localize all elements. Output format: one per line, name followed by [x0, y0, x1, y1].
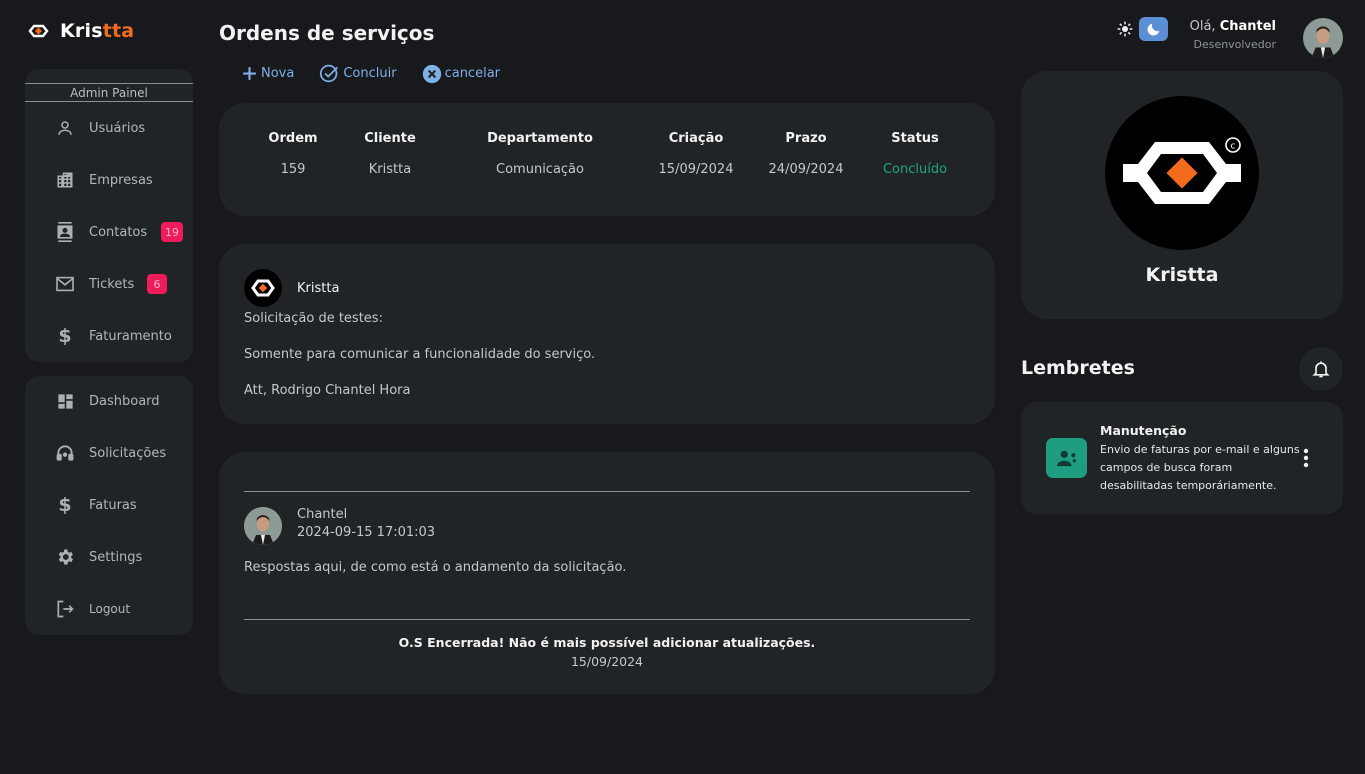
order-client: Kristta	[368, 162, 412, 177]
contacts-icon	[54, 221, 76, 243]
mail-icon	[54, 273, 76, 295]
moon-icon	[1147, 23, 1159, 36]
sidebar-item-label: Usuários	[89, 120, 146, 136]
dashboard-icon	[54, 390, 76, 412]
sidebar-item-solicitacoes[interactable]: Solicitações	[25, 438, 193, 468]
user-avatar[interactable]	[1303, 18, 1343, 58]
sidebar-item-label: Logout	[89, 602, 131, 616]
order-closed-date: 15/09/2024	[570, 654, 644, 669]
sun-icon	[1117, 21, 1132, 37]
message-line: Somente para comunicar a funcionalidade …	[244, 347, 596, 362]
check-circle-icon	[320, 64, 339, 83]
user-greeting: Olá, Chantel	[1189, 19, 1276, 34]
sidebar-item-label: Faturas	[89, 497, 137, 513]
order-number[interactable]: 159	[253, 162, 333, 177]
sidebar-item-dashboard[interactable]: Dashboard	[25, 386, 193, 416]
sidebar-item-faturas[interactable]: $ Faturas	[25, 490, 193, 520]
contacts-count-badge: 19	[161, 222, 183, 242]
sidebar-item-faturamento[interactable]: $ Faturamento	[25, 321, 193, 351]
logout-icon	[54, 598, 76, 620]
sidebar-item-logout[interactable]: Logout	[25, 594, 193, 624]
plus-icon	[243, 67, 256, 80]
gear-icon	[54, 546, 76, 568]
person-icon	[54, 117, 76, 139]
headset-icon	[54, 442, 76, 464]
company-logo: c	[1105, 96, 1259, 250]
order-deadline: 24/09/2024	[768, 162, 844, 177]
status-badge: Concluído	[882, 162, 948, 177]
client-avatar	[244, 269, 282, 307]
reply-author-name: Chantel	[297, 507, 348, 522]
sidebar-item-contatos[interactable]: Contatos 19	[25, 217, 193, 247]
order-actions-toolbar: Nova Concluir cancelar	[241, 63, 525, 84]
reply-author-avatar	[244, 507, 282, 545]
reminders-title: Lembretes	[1021, 357, 1135, 379]
brand-logo[interactable]: Kristta	[26, 20, 134, 42]
order-reply-card: Chantel 2024-09-15 17:01:03 Respostas aq…	[219, 452, 995, 694]
sidebar-item-label: Tickets	[89, 276, 135, 292]
sidebar-item-usuarios[interactable]: Usuários	[25, 113, 193, 143]
tickets-count-badge: 6	[147, 274, 167, 294]
sidebar-item-label: Empresas	[89, 172, 153, 188]
sidebar-item-label: Faturamento	[89, 328, 172, 344]
column-header: Prazo	[785, 131, 827, 146]
maintenance-icon	[1046, 438, 1087, 478]
building-icon	[54, 169, 76, 191]
new-order-button[interactable]: Nova	[241, 63, 294, 84]
order-closed-message: O.S Encerrada! Não é mais possível adici…	[398, 635, 816, 650]
reply-text: Respostas aqui, de como está o andamento…	[244, 560, 627, 575]
sidebar-item-tickets[interactable]: Tickets 6	[25, 269, 193, 299]
company-name: Kristta	[1145, 264, 1219, 286]
svg-text:c: c	[1231, 142, 1236, 152]
message-line: Solicitação de testes:	[244, 311, 383, 326]
message-author: Kristta	[297, 281, 340, 296]
column-header: Status	[891, 131, 939, 146]
dollar-icon: $	[58, 494, 72, 516]
column-header: Criação	[668, 131, 724, 146]
bell-icon	[1312, 361, 1330, 378]
sidebar-item-empresas[interactable]: Empresas	[25, 165, 193, 195]
sidebar-admin-panel: Admin Painel Usuários Empresas Contatos …	[25, 69, 193, 362]
user-role: Desenvolvedor	[1193, 38, 1276, 51]
column-header: Ordem	[268, 131, 318, 146]
sidebar-item-label: Settings	[89, 549, 143, 565]
sidebar-main-nav: Dashboard Solicitações $ Faturas Setting…	[25, 376, 193, 635]
reminder-item[interactable]: Manutenção Envio de faturas por e-mail e…	[1021, 402, 1343, 514]
column-header: Cliente	[364, 131, 416, 146]
sidebar-item-label: Contatos	[89, 224, 148, 240]
reminder-title: Manutenção	[1100, 423, 1187, 438]
brand-name: Kristta	[60, 20, 135, 42]
order-created-date: 15/09/2024	[658, 162, 734, 177]
order-message-card: Kristta Solicitação de testes: Somente p…	[219, 244, 995, 424]
message-line: Att, Rodrigo Chantel Hora	[244, 383, 411, 398]
sidebar-item-label: Dashboard	[89, 393, 160, 409]
light-mode-button[interactable]	[1110, 17, 1139, 41]
dollar-icon: $	[58, 325, 72, 347]
divider	[244, 619, 970, 620]
company-card: c Kristta	[1021, 71, 1343, 319]
order-department: Comunicação	[496, 162, 584, 177]
complete-order-button[interactable]: Concluir	[319, 63, 397, 84]
reminder-body: Envio de faturas por e-mail e alguns cam…	[1100, 443, 1300, 492]
cancel-order-button[interactable]: cancelar	[422, 63, 500, 84]
divider	[244, 491, 970, 492]
reply-timestamp: 2024-09-15 17:01:03	[297, 525, 436, 540]
close-circle-icon	[422, 64, 441, 83]
sidebar-item-label: Solicitações	[89, 445, 167, 461]
dark-mode-button[interactable]	[1139, 17, 1168, 41]
reminder-more-menu-icon[interactable]	[1299, 446, 1313, 470]
column-header: Departamento	[487, 131, 593, 146]
notifications-button[interactable]	[1299, 347, 1343, 391]
page-title: Ordens de serviços	[219, 21, 435, 45]
admin-panel-label: Admin Painel	[25, 83, 193, 102]
sidebar-item-settings[interactable]: Settings	[25, 542, 193, 572]
theme-toggle[interactable]	[1110, 17, 1168, 41]
orders-table: Ordem 159 Cliente Kristta Departamento C…	[219, 103, 995, 216]
kristta-logo-icon	[28, 24, 49, 38]
